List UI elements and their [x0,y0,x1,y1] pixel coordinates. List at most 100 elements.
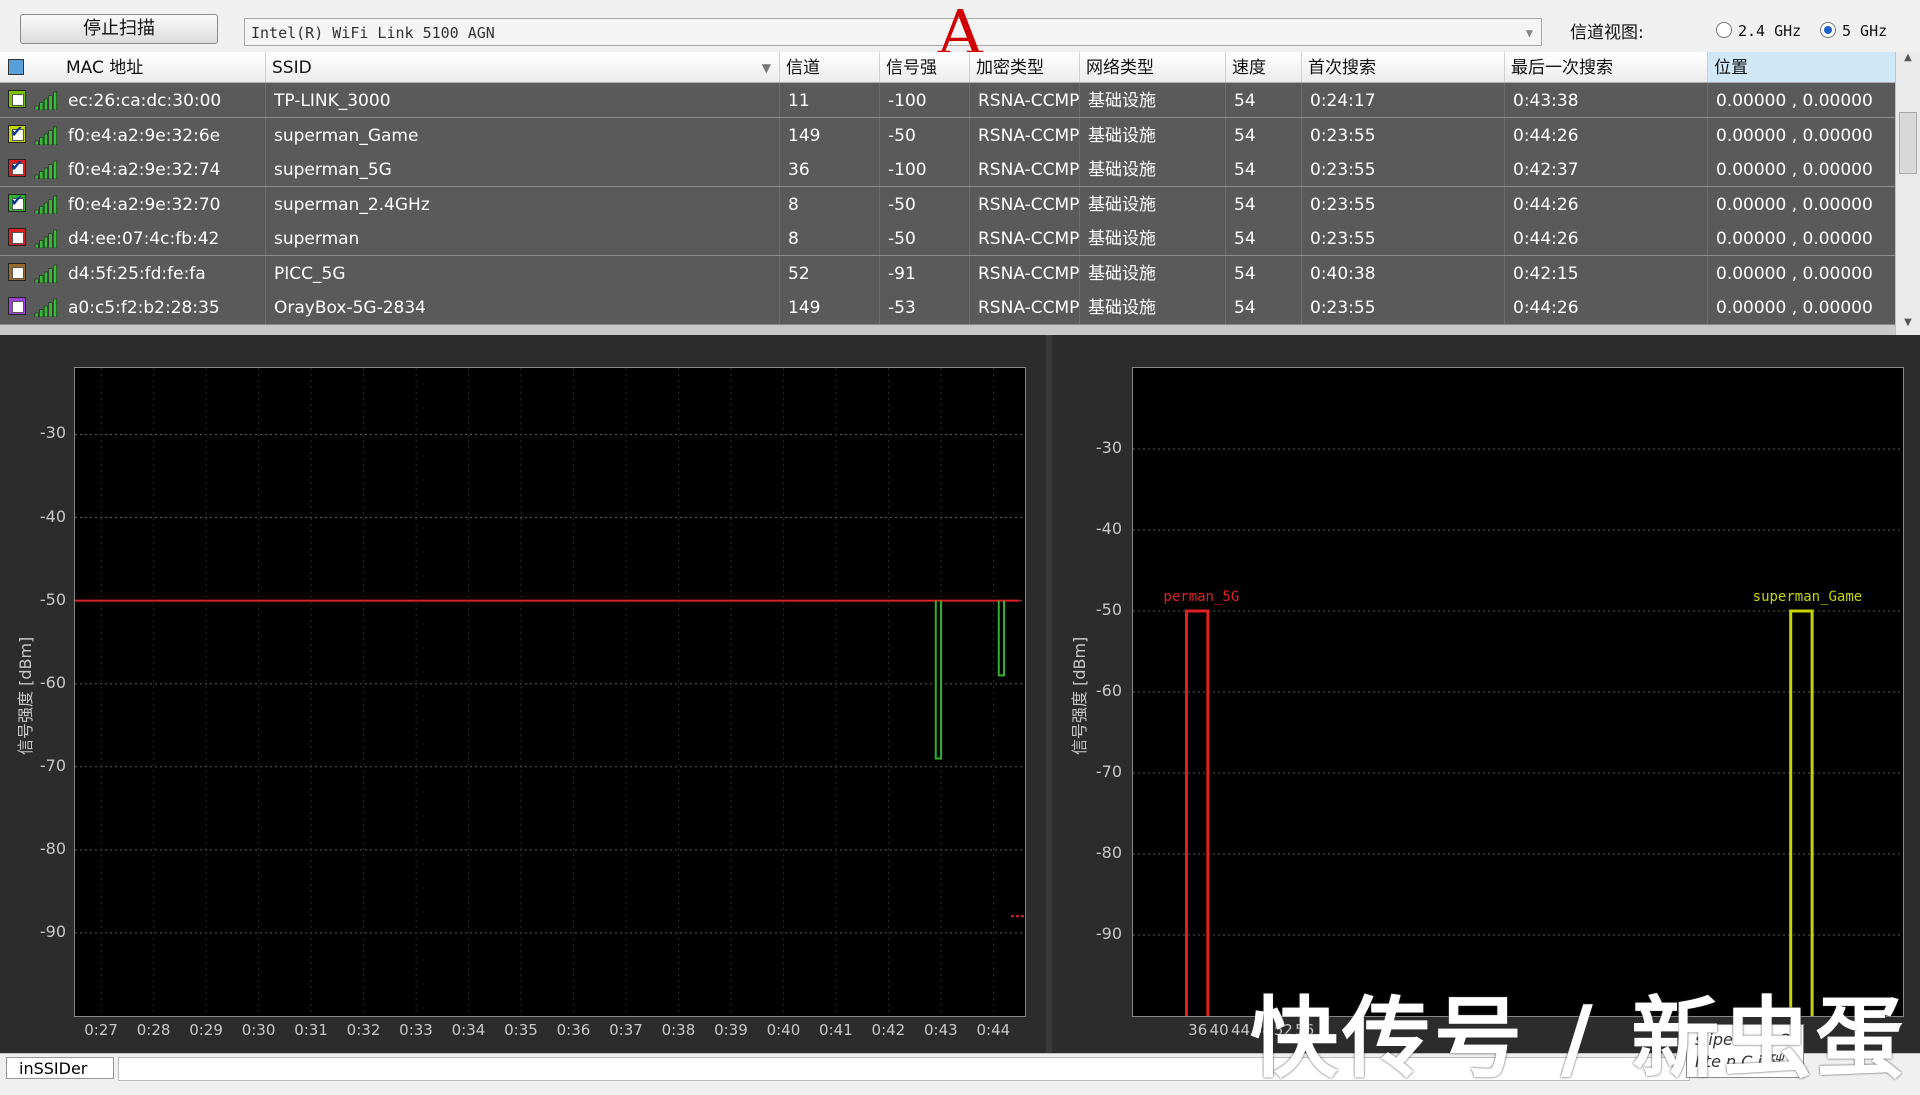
cell-security: RSNA-CCMP [970,152,1080,186]
check-icon: ✔ [10,156,24,175]
cell-network: 基础设施 [1080,152,1226,186]
cell-mac: f0:e4:a2:9e:32:6e [60,117,266,152]
row-checkbox[interactable] [8,90,26,108]
signal-bar [53,298,58,317]
y-tick-label: -60 [39,672,66,692]
column-header[interactable]: 信号强 [880,52,970,82]
checkbox-box [12,301,24,313]
checkbox-box [12,266,24,279]
x-tick-label: 0:35 [504,1021,538,1039]
signal-bars-icon [34,91,58,110]
signal-bar [34,209,39,214]
stop-scan-button[interactable]: 停止扫描 [20,14,218,44]
cell-security: RSNA-CCMP [970,186,1080,221]
y-tick-label: -50 [1095,600,1122,619]
signal-bar [48,164,53,179]
column-header[interactable]: 速度 [1226,52,1302,82]
signal-bar [39,136,44,145]
cell-last: 0:43:38 [1505,83,1708,117]
row-checkbox[interactable] [8,297,26,315]
table-row[interactable]: ec:26:ca:dc:30:00 TP-LINK_3000 11 -100 RSNA-… [0,83,1896,118]
x-tick-label: 0:40 [766,1021,801,1039]
cell-last: 0:42:37 [1505,152,1708,186]
app-tab[interactable]: inSSIDer [6,1057,114,1079]
x-tick-label: 0:38 [661,1021,696,1039]
signal-bar [53,264,58,283]
adapter-select[interactable]: Intel(R) WiFi Link 5100 AGN ▼ [244,18,1542,46]
channel-graph-svg: perman_5G superman_Game [1133,448,1903,1016]
table-row[interactable]: a0:c5:f2:b2:28:35 OrayBox-5G-2834 149 -53 RS… [0,290,1896,325]
cell-rssi: -100 [880,83,970,117]
column-header[interactable]: MAC 地址 [60,52,266,82]
table-row[interactable]: ✔ f0:e4:a2:9e:32:74 superman_5G 36 -100 RSNA-… [0,152,1896,187]
cell-channel: 52 [780,255,880,290]
toolbar: 停止扫描 Intel(R) WiFi Link 5100 AGN ▼ 信道视图:… [0,0,1920,69]
row-checkbox[interactable] [8,228,26,246]
time-graph-svg [75,368,1025,1016]
x-tick-label: 0:43 [924,1021,958,1039]
signal-bars-icon [34,160,58,179]
x-tick-label: 0:27 [84,1021,118,1039]
scroll-up-icon[interactable]: ▲ [1896,52,1920,70]
column-header[interactable]: 位置 [1708,52,1896,82]
column-header[interactable]: 最后一次搜索 [1505,52,1708,82]
row-checkbox[interactable]: ✔ [8,156,26,177]
cell-security: RSNA-CCMP [970,221,1080,255]
cell-mac: a0:c5:f2:b2:28:35 [60,290,266,324]
cell-last: 0:44:26 [1505,117,1708,152]
signal-bar [39,205,44,214]
time-graph [74,367,1026,1017]
cell-mac: f0:e4:a2:9e:32:74 [60,152,266,186]
cell-location: 0.00000 , 0.00000 [1708,117,1896,152]
column-header[interactable]: 信道 [780,52,880,82]
cell-security: RSNA-CCMP [970,117,1080,152]
table-row[interactable]: d4:5f:25:fd:fe:fa PICC_5G 52 -91 RSNA-CCMP 基础… [0,255,1896,291]
column-header[interactable]: 网络类型 [1080,52,1226,82]
y-tick-label: -50 [39,589,66,609]
signal-bar [43,271,48,283]
row-checkbox[interactable]: ✔ [8,122,26,143]
cell-location: 0.00000 , 0.00000 [1708,83,1896,117]
table-row[interactable]: ✔ f0:e4:a2:9e:32:70 superman_2.4GHz 8 -50 RSN… [0,186,1896,222]
scroll-thumb[interactable] [1899,112,1917,174]
signal-bar [43,305,48,317]
cell-mac: d4:5f:25:fd:fe:fa [60,255,266,290]
row-checkbox[interactable]: ✔ [8,191,26,212]
column-header[interactable]: SSID ▼ [266,52,780,82]
table-row[interactable]: d4:ee:07:4c:fb:42 superman 8 -50 RSNA-CCMP 基础… [0,221,1896,256]
cell-first: 0:24:17 [1302,83,1505,117]
channel-curve [1184,609,1210,1016]
x-tick-label: 0:42 [871,1021,906,1039]
signal-bar [43,202,48,214]
cell-speed: 54 [1226,221,1302,255]
column-header[interactable]: 加密类型 [970,52,1080,82]
signal-bar [53,91,58,110]
y-tick-label: -30 [1095,438,1122,457]
signal-bars-icon [34,264,58,283]
cell-rssi: -53 [880,290,970,324]
cell-network: 基础设施 [1080,221,1226,255]
x-tick-label: 0:29 [189,1021,223,1039]
select-all-checkbox[interactable] [8,59,24,75]
band-24-radio[interactable]: 2.4 GHz [1716,22,1801,40]
cell-security: RSNA-CCMP [970,290,1080,324]
signal-bars-icon [34,298,58,317]
x-tick-label: 0:36 [556,1021,591,1039]
scroll-down-icon[interactable]: ▼ [1896,317,1920,335]
table-row[interactable]: ✔ f0:e4:a2:9e:32:6e superman_Game 149 -50 RSN… [0,117,1896,153]
band-5-radio[interactable]: 5 GHz [1820,22,1887,40]
x-tick-label: 0:31 [294,1021,328,1039]
column-header[interactable]: 首次搜索 [1302,52,1505,82]
table-scrollbar[interactable]: ▲ ▼ [1895,52,1920,335]
cell-speed: 54 [1226,117,1302,152]
band-5-label: 5 GHz [1842,22,1888,40]
row-checkbox[interactable] [8,262,26,281]
cell-speed: 54 [1226,186,1302,221]
signal-bar [34,174,39,179]
band-24-label: 2.4 GHz [1738,22,1802,40]
y-tick-label: -90 [1095,924,1122,943]
time-graph-panel: 信号强度 [dBm] -30 -40 -50 -60 -70 -80 -90 0:27 0:2… [0,335,1046,1053]
cell-ssid: superman [266,221,780,255]
cell-rssi: -50 [880,117,970,152]
cell-first: 0:23:55 [1302,152,1505,186]
